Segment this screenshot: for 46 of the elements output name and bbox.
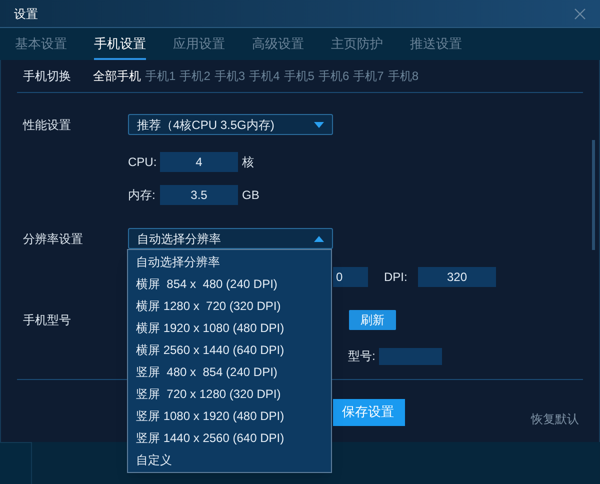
memory-field[interactable]: 3.5 bbox=[160, 185, 238, 205]
resolution-option[interactable]: 自定义 bbox=[128, 449, 331, 471]
dpi-label: DPI: bbox=[384, 269, 408, 286]
tab[interactable]: 基本设置 bbox=[15, 28, 67, 60]
performance-dropdown[interactable]: 推荐（4核CPU 3.5G内存) bbox=[128, 114, 333, 135]
phone-tab[interactable]: 手机6 bbox=[318, 67, 350, 85]
cpu-label: CPU: bbox=[128, 154, 158, 171]
memory-unit: GB bbox=[242, 187, 260, 204]
tab[interactable]: 高级设置 bbox=[252, 28, 304, 60]
resolution-option[interactable]: 横屏 1280 x 720 (320 DPI) bbox=[128, 295, 331, 317]
model-field[interactable] bbox=[379, 348, 442, 364]
restore-defaults-link[interactable]: 恢复默认 bbox=[531, 410, 579, 428]
phone-tab[interactable]: 手机8 bbox=[388, 67, 418, 85]
tab[interactable]: 应用设置 bbox=[173, 28, 225, 60]
cpu-unit: 核 bbox=[242, 154, 254, 171]
resolution-option[interactable]: 自动选择分辨率 bbox=[128, 251, 331, 273]
memory-label: 内存: bbox=[128, 187, 156, 204]
resolution-field[interactable]: 0 bbox=[333, 267, 368, 287]
resolution-option[interactable]: 竖屏 720 x 1280 (320 DPI) bbox=[128, 383, 331, 405]
resolution-option[interactable]: 横屏 854 x 480 (240 DPI) bbox=[128, 273, 331, 295]
resolution-option[interactable]: 竖屏 480 x 854 (240 DPI) bbox=[128, 361, 331, 383]
caret-icon bbox=[314, 122, 324, 128]
dpi-field[interactable]: 320 bbox=[418, 267, 496, 287]
phone-tab[interactable]: 手机4 bbox=[249, 67, 280, 85]
phone-switch-label: 手机切换 bbox=[23, 68, 71, 85]
resolution-option[interactable]: 竖屏 1440 x 2560 (640 DPI) bbox=[128, 427, 331, 449]
phone-tab[interactable]: 全部手机 bbox=[93, 67, 141, 85]
resolution-dropdown[interactable]: 自动选择分辨率 bbox=[128, 228, 333, 249]
resolution-label: 分辨率设置 bbox=[23, 230, 84, 248]
window-title: 设置 bbox=[14, 6, 38, 22]
close-icon[interactable] bbox=[574, 8, 586, 20]
resolution-option[interactable]: 横屏 1920 x 1080 (480 DPI) bbox=[128, 317, 331, 339]
resolution-option[interactable]: 横屏 2560 x 1440 (640 DPI) bbox=[128, 339, 331, 361]
phone-tab[interactable]: 手机1 bbox=[145, 67, 176, 85]
resolution-option[interactable]: 竖屏 1080 x 1920 (480 DPI) bbox=[128, 405, 331, 427]
phone-model-label: 手机型号 bbox=[23, 312, 72, 329]
tab[interactable]: 主页防护 bbox=[331, 28, 383, 60]
phone-tab[interactable]: 手机5 bbox=[284, 67, 314, 85]
caret-icon bbox=[314, 236, 324, 242]
performance-label: 性能设置 bbox=[23, 116, 72, 134]
phone-tab[interactable]: 手机2 bbox=[180, 67, 210, 85]
phone-tab[interactable]: 手机3 bbox=[214, 67, 246, 85]
tab[interactable]: 推送设置 bbox=[410, 28, 462, 60]
model-label: 型号: bbox=[348, 348, 376, 365]
cpu-field[interactable]: 4 bbox=[160, 152, 238, 172]
phone-tab[interactable]: 手机7 bbox=[353, 67, 384, 85]
